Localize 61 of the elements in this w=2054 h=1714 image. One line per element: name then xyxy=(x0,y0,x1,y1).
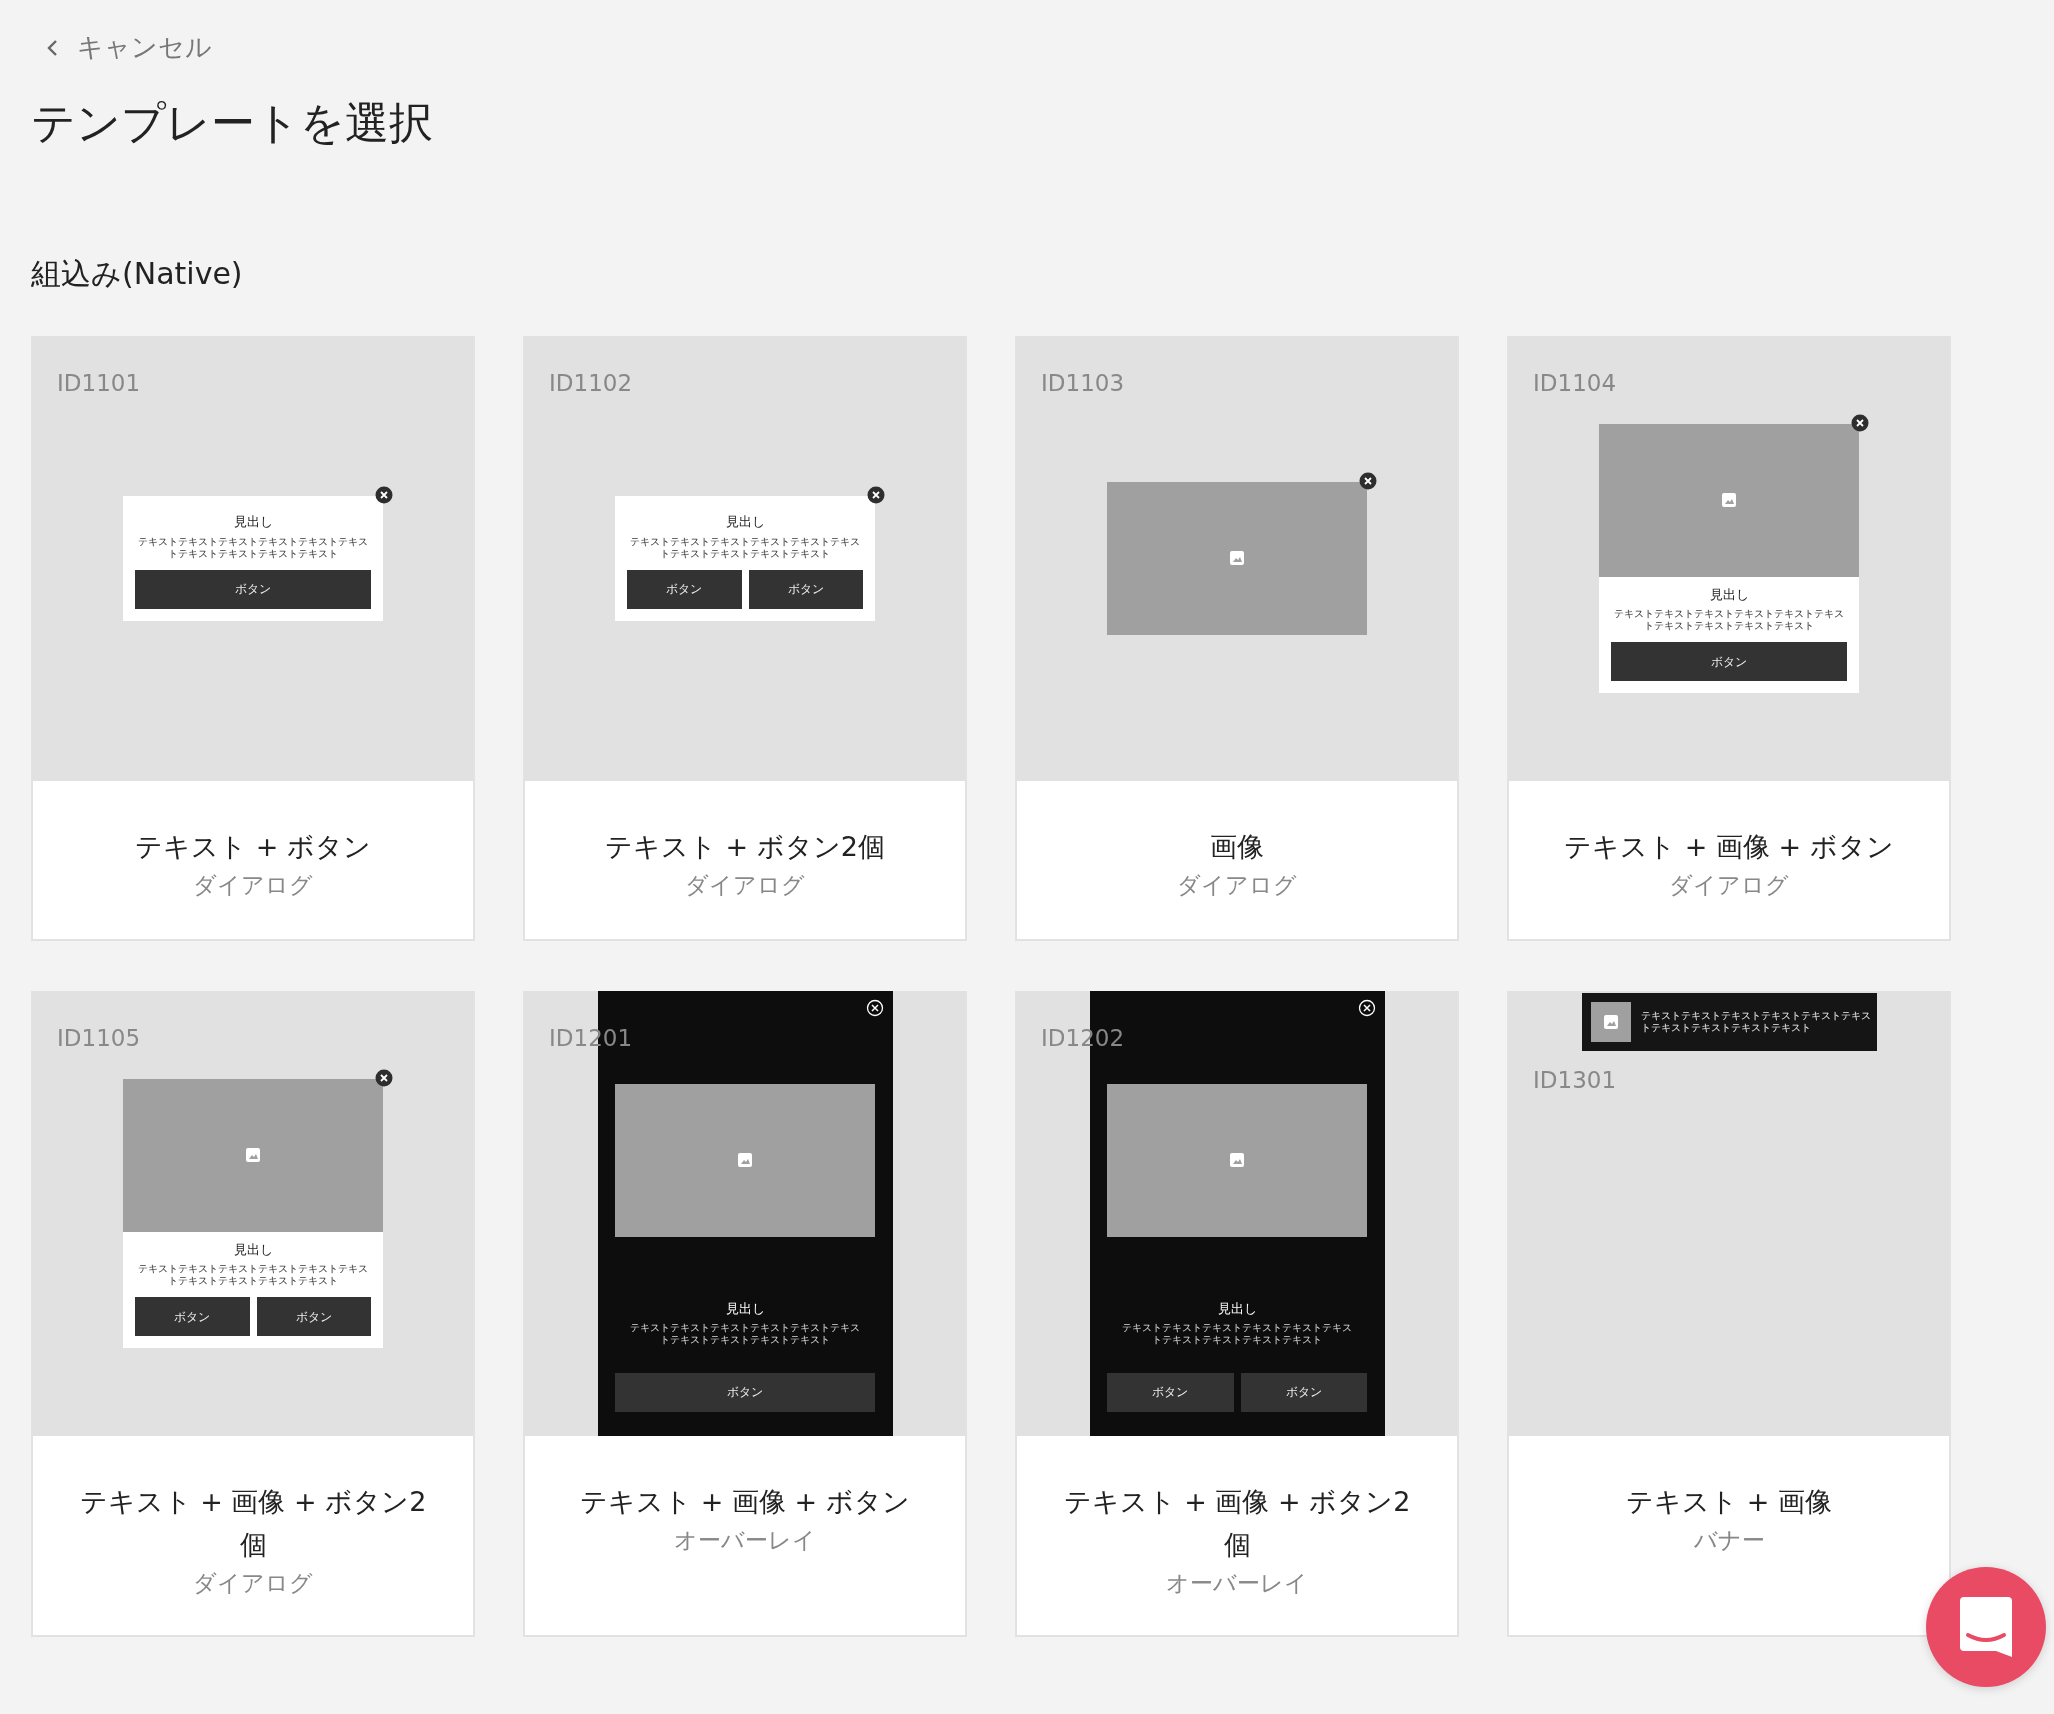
image-icon xyxy=(1230,551,1244,566)
preview-heading: 見出し xyxy=(233,513,273,532)
preview-button: ボタン xyxy=(748,569,863,609)
template-type: オーバーレイ xyxy=(674,1526,816,1555)
template-name: テキスト + 画像 + ボタン xyxy=(580,1484,910,1519)
template-type: ダイアログ xyxy=(1669,871,1789,900)
template-id: ID1301 xyxy=(1533,1065,1617,1095)
template-card[interactable]: ID1101 見出し テキストテキストテキストテキストテキストテキストテキストテキストテキストテキスト ボタン テキスト + ボタン ダイアログ xyxy=(31,335,475,941)
chat-icon xyxy=(1958,1595,2014,1659)
template-name: テキスト + 画像 + ボタン xyxy=(1564,829,1894,864)
back-icon xyxy=(45,38,59,57)
image-icon xyxy=(738,1153,752,1168)
template-type: ダイアログ xyxy=(685,871,805,900)
preview-heading: 見出し xyxy=(725,1299,765,1318)
template-card[interactable]: ID1103 画像 ダイアログ xyxy=(1015,335,1459,941)
template-type: ダイアログ xyxy=(193,871,313,900)
preview-heading: 見出し xyxy=(233,1240,273,1259)
template-name: テキスト + 画像 + ボタン2個 xyxy=(78,1484,428,1562)
preview-text: テキストテキストテキストテキストテキストテキストテキストテキストテキストテキスト xyxy=(630,535,860,560)
template-name: 画像 xyxy=(1210,829,1264,864)
template-name: テキスト + ボタン2個 xyxy=(605,829,885,864)
preview-button: ボタン xyxy=(1240,1372,1367,1412)
template-card[interactable]: ID1105 見出し テキストテキストテキストテキストテキストテキストテキストテキストテキストテキスト ボタン ボタン テキスト + 画像 + ボタン2個 ダイアログ xyxy=(31,990,475,1637)
preview-button: ボタン xyxy=(1107,1372,1234,1412)
preview-text: テキストテキストテキストテキストテキストテキストテキストテキストテキストテキスト xyxy=(138,1263,368,1288)
preview-heading: 見出し xyxy=(1217,1299,1257,1318)
preview-text: テキストテキストテキストテキストテキストテキストテキストテキストテキストテキスト xyxy=(1122,1322,1352,1347)
section-title: 組込み(Native) xyxy=(31,255,244,292)
template-name: テキスト + 画像 xyxy=(1626,1484,1832,1519)
image-icon xyxy=(1722,493,1736,508)
template-id: ID1102 xyxy=(549,368,633,398)
preview-heading: 見出し xyxy=(725,513,765,532)
preview-button: ボタン xyxy=(627,569,742,609)
template-id: ID1105 xyxy=(57,1023,141,1053)
template-name: テキスト + 画像 + ボタン2個 xyxy=(1062,1484,1412,1562)
template-type: ダイアログ xyxy=(193,1569,313,1599)
image-icon xyxy=(1603,1014,1618,1029)
preview-button: ボタン xyxy=(135,1297,250,1337)
template-id: ID1104 xyxy=(1533,368,1617,398)
template-id: ID1103 xyxy=(1041,368,1125,398)
preview-heading: 見出し xyxy=(1709,585,1749,604)
template-type: オーバーレイ xyxy=(1166,1569,1308,1599)
preview-button: ボタン xyxy=(1611,642,1847,682)
image-icon xyxy=(246,1148,260,1163)
image-icon xyxy=(1230,1153,1244,1168)
page-title: テンプレートを選択 xyxy=(31,97,434,150)
template-card[interactable]: ID1104 見出し テキストテキストテキストテキストテキストテキストテキストテキストテキストテキスト ボタン テキスト + 画像 + ボタン ダイアログ xyxy=(1507,335,1951,941)
template-type: ダイアログ xyxy=(1177,871,1297,900)
template-card[interactable]: ID1301 テキストテキストテキストテキストテキストテキストテキストテキストテキストテキスト テキスト + 画像 バナー xyxy=(1507,990,1951,1637)
template-id: ID1101 xyxy=(57,368,141,398)
template-name: テキスト + ボタン xyxy=(135,829,371,864)
preview-button: ボタン xyxy=(615,1372,875,1412)
preview-text: テキストテキストテキストテキストテキストテキストテキストテキストテキストテキスト xyxy=(630,1322,860,1347)
preview-text: テキストテキストテキストテキストテキストテキストテキストテキストテキストテキスト xyxy=(1614,608,1844,633)
preview-text: テキストテキストテキストテキストテキストテキストテキストテキストテキストテキスト xyxy=(138,535,368,560)
preview-button: ボタン xyxy=(135,569,371,609)
template-card[interactable]: ID1102 見出し テキストテキストテキストテキストテキストテキストテキストテキストテキストテキスト ボタン ボタン テキスト + ボタン2個 ダイアログ xyxy=(523,335,967,941)
template-type: バナー xyxy=(1693,1526,1765,1555)
cancel-link[interactable]: キャンセル xyxy=(45,28,212,67)
preview-text: テキストテキストテキストテキストテキストテキストテキストテキストテキストテキスト xyxy=(1640,1009,1871,1034)
preview-button: ボタン xyxy=(256,1297,371,1337)
